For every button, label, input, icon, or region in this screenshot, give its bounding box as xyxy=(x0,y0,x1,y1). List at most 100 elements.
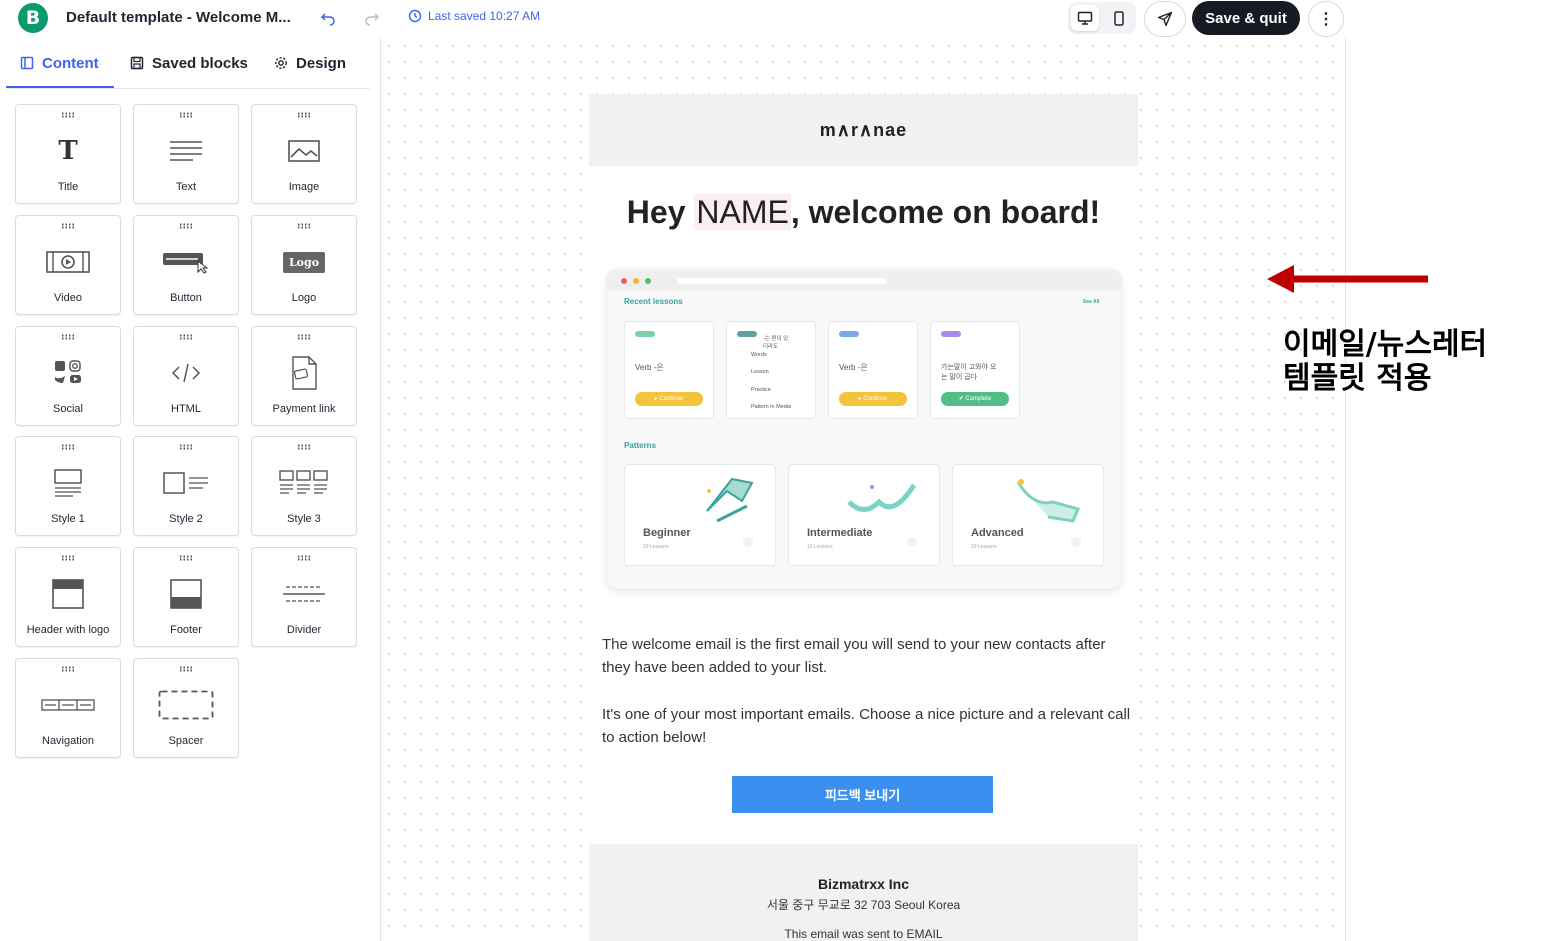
tab-saved-blocks[interactable]: Saved blocks xyxy=(130,38,248,88)
undo-icon[interactable] xyxy=(318,8,338,28)
red-arrow-icon xyxy=(1267,265,1428,293)
block-label: Button xyxy=(170,292,202,304)
feedback-cta-button[interactable]: 피드백 보내기 xyxy=(732,776,993,813)
advanced-illustration-icon xyxy=(1016,479,1081,523)
lesson-card: 가는말이 고와야 오 는 말이 곱다 ✔ Complete xyxy=(930,321,1020,419)
brand-logo: m∧r∧nae xyxy=(819,119,908,140)
block-footer[interactable]: Footer xyxy=(133,547,239,647)
drag-handle-icon xyxy=(179,666,193,672)
block-label: Text xyxy=(175,181,197,193)
email-preview: m∧r∧nae Hey NAME, welcome on board! Rece… xyxy=(589,94,1138,941)
button-icon xyxy=(134,244,238,280)
email-paragraph-2[interactable]: It's one of your most important emails. … xyxy=(602,703,1132,749)
tab-content[interactable]: Content xyxy=(20,38,99,88)
block-style-1[interactable]: Style 1 xyxy=(15,436,121,536)
spacer-icon xyxy=(134,687,238,723)
lesson-button: ▸ Continue xyxy=(839,392,907,406)
lesson-item: Practice xyxy=(751,387,771,393)
url-bar xyxy=(677,278,887,284)
last-saved-status[interactable]: Last saved 10:27 AM xyxy=(408,9,540,23)
footer-address: 서울 중구 무교로 32 703 Seoul Korea xyxy=(766,898,961,912)
lesson-item: Pattern in Media xyxy=(751,404,792,410)
block-label: HTML xyxy=(171,403,201,415)
block-label: Logo xyxy=(291,292,317,304)
device-toggle xyxy=(1068,2,1136,34)
email-header-block[interactable]: m∧r∧nae xyxy=(589,94,1138,166)
app-logo[interactable]: B xyxy=(18,3,48,33)
tab-design[interactable]: Design xyxy=(274,38,346,88)
chevron-right-icon xyxy=(743,537,753,547)
block-title[interactable]: T Title xyxy=(15,104,121,204)
editor-canvas: m∧r∧nae Hey NAME, welcome on board! Rece… xyxy=(381,38,1346,941)
block-label: Social xyxy=(53,403,83,415)
block-navigation[interactable]: Navigation xyxy=(15,658,121,758)
mobile-view-button[interactable] xyxy=(1105,5,1133,31)
more-options-button[interactable]: ⋮ xyxy=(1308,1,1344,37)
style1-icon xyxy=(16,465,120,501)
block-payment-link[interactable]: Payment link xyxy=(251,326,357,426)
drag-handle-icon xyxy=(297,444,311,450)
lesson-item: Words xyxy=(751,352,767,358)
paper-plane-icon xyxy=(1157,11,1173,27)
lesson-tag xyxy=(737,331,757,337)
pattern-title: Intermediate xyxy=(807,527,873,539)
gear-icon xyxy=(275,57,287,69)
save-and-quit-button[interactable]: Save & quit xyxy=(1192,1,1300,35)
lesson-tag xyxy=(635,331,655,337)
drag-handle-icon xyxy=(61,444,75,450)
document-title[interactable]: Default template - Welcome M... xyxy=(66,9,291,26)
block-html[interactable]: HTML xyxy=(133,326,239,426)
drag-handle-icon xyxy=(297,555,311,561)
block-label: Video xyxy=(54,292,82,304)
block-video[interactable]: Video xyxy=(15,215,121,315)
email-paragraph-1[interactable]: The welcome email is the first email you… xyxy=(602,633,1132,679)
style3-icon xyxy=(252,465,356,501)
hero-image[interactable]: Recent lessons See All Verb -은 ▸ Continu… xyxy=(607,269,1121,589)
footer-icon xyxy=(134,576,238,612)
block-social[interactable]: Social xyxy=(15,326,121,426)
lesson-card: Verb -은 ▸ Continue xyxy=(828,321,918,419)
lesson-item: Lesson xyxy=(751,369,769,375)
social-icon xyxy=(16,355,120,391)
block-image[interactable]: Image xyxy=(251,104,357,204)
block-text[interactable]: Text xyxy=(133,104,239,204)
pattern-subtitle: 10 Lessons xyxy=(971,544,997,550)
desktop-view-button[interactable] xyxy=(1071,5,1099,31)
block-spacer[interactable]: Spacer xyxy=(133,658,239,758)
send-test-button[interactable] xyxy=(1144,1,1186,37)
block-header-with-logo[interactable]: Header with logo xyxy=(15,547,121,647)
lesson-card: Verb -은 ▸ Continue xyxy=(624,321,714,419)
redo-icon[interactable] xyxy=(362,8,382,28)
drag-handle-icon xyxy=(179,334,193,340)
block-style-2[interactable]: Style 2 xyxy=(133,436,239,536)
mobile-icon xyxy=(1114,10,1124,26)
lesson-title: -는 편이 있 더라도 xyxy=(763,336,789,350)
navigation-icon xyxy=(16,687,120,723)
headline-prefix: Hey xyxy=(626,194,695,230)
block-label: Spacer xyxy=(168,735,204,747)
block-divider[interactable]: Divider xyxy=(251,547,357,647)
block-logo[interactable]: Logo Logo xyxy=(251,215,357,315)
lesson-title: 가는말이 고와야 오 는 말이 곱다 xyxy=(941,364,997,381)
email-headline[interactable]: Hey NAME, welcome on board! xyxy=(589,194,1138,231)
email-footer-block[interactable]: Bizmatrxx Inc 서울 중구 무교로 32 703 Seoul Kor… xyxy=(589,844,1138,941)
block-button[interactable]: Button xyxy=(133,215,239,315)
intermediate-illustration-icon xyxy=(847,483,917,512)
block-label: Image xyxy=(288,181,320,193)
see-all-link: See All xyxy=(1083,299,1100,305)
block-label: Style 3 xyxy=(287,513,321,525)
lesson-title: Verb -은 xyxy=(635,363,664,372)
drag-handle-icon xyxy=(179,223,193,229)
lesson-card: -는 편이 있 더라도 Words Lesson Practice Patter… xyxy=(726,321,816,419)
lesson-button: ✔ Complete xyxy=(941,392,1009,406)
save-icon xyxy=(130,56,144,70)
tab-label: Design xyxy=(296,54,347,72)
drag-handle-icon xyxy=(179,555,193,561)
logo-icon: Logo xyxy=(252,244,356,280)
browser-bar xyxy=(607,269,1121,291)
chevron-right-icon xyxy=(1071,537,1081,547)
block-style-3[interactable]: Style 3 xyxy=(251,436,357,536)
drag-handle-icon xyxy=(61,334,75,340)
drag-handle-icon xyxy=(61,666,75,672)
block-label: Title xyxy=(57,181,79,193)
